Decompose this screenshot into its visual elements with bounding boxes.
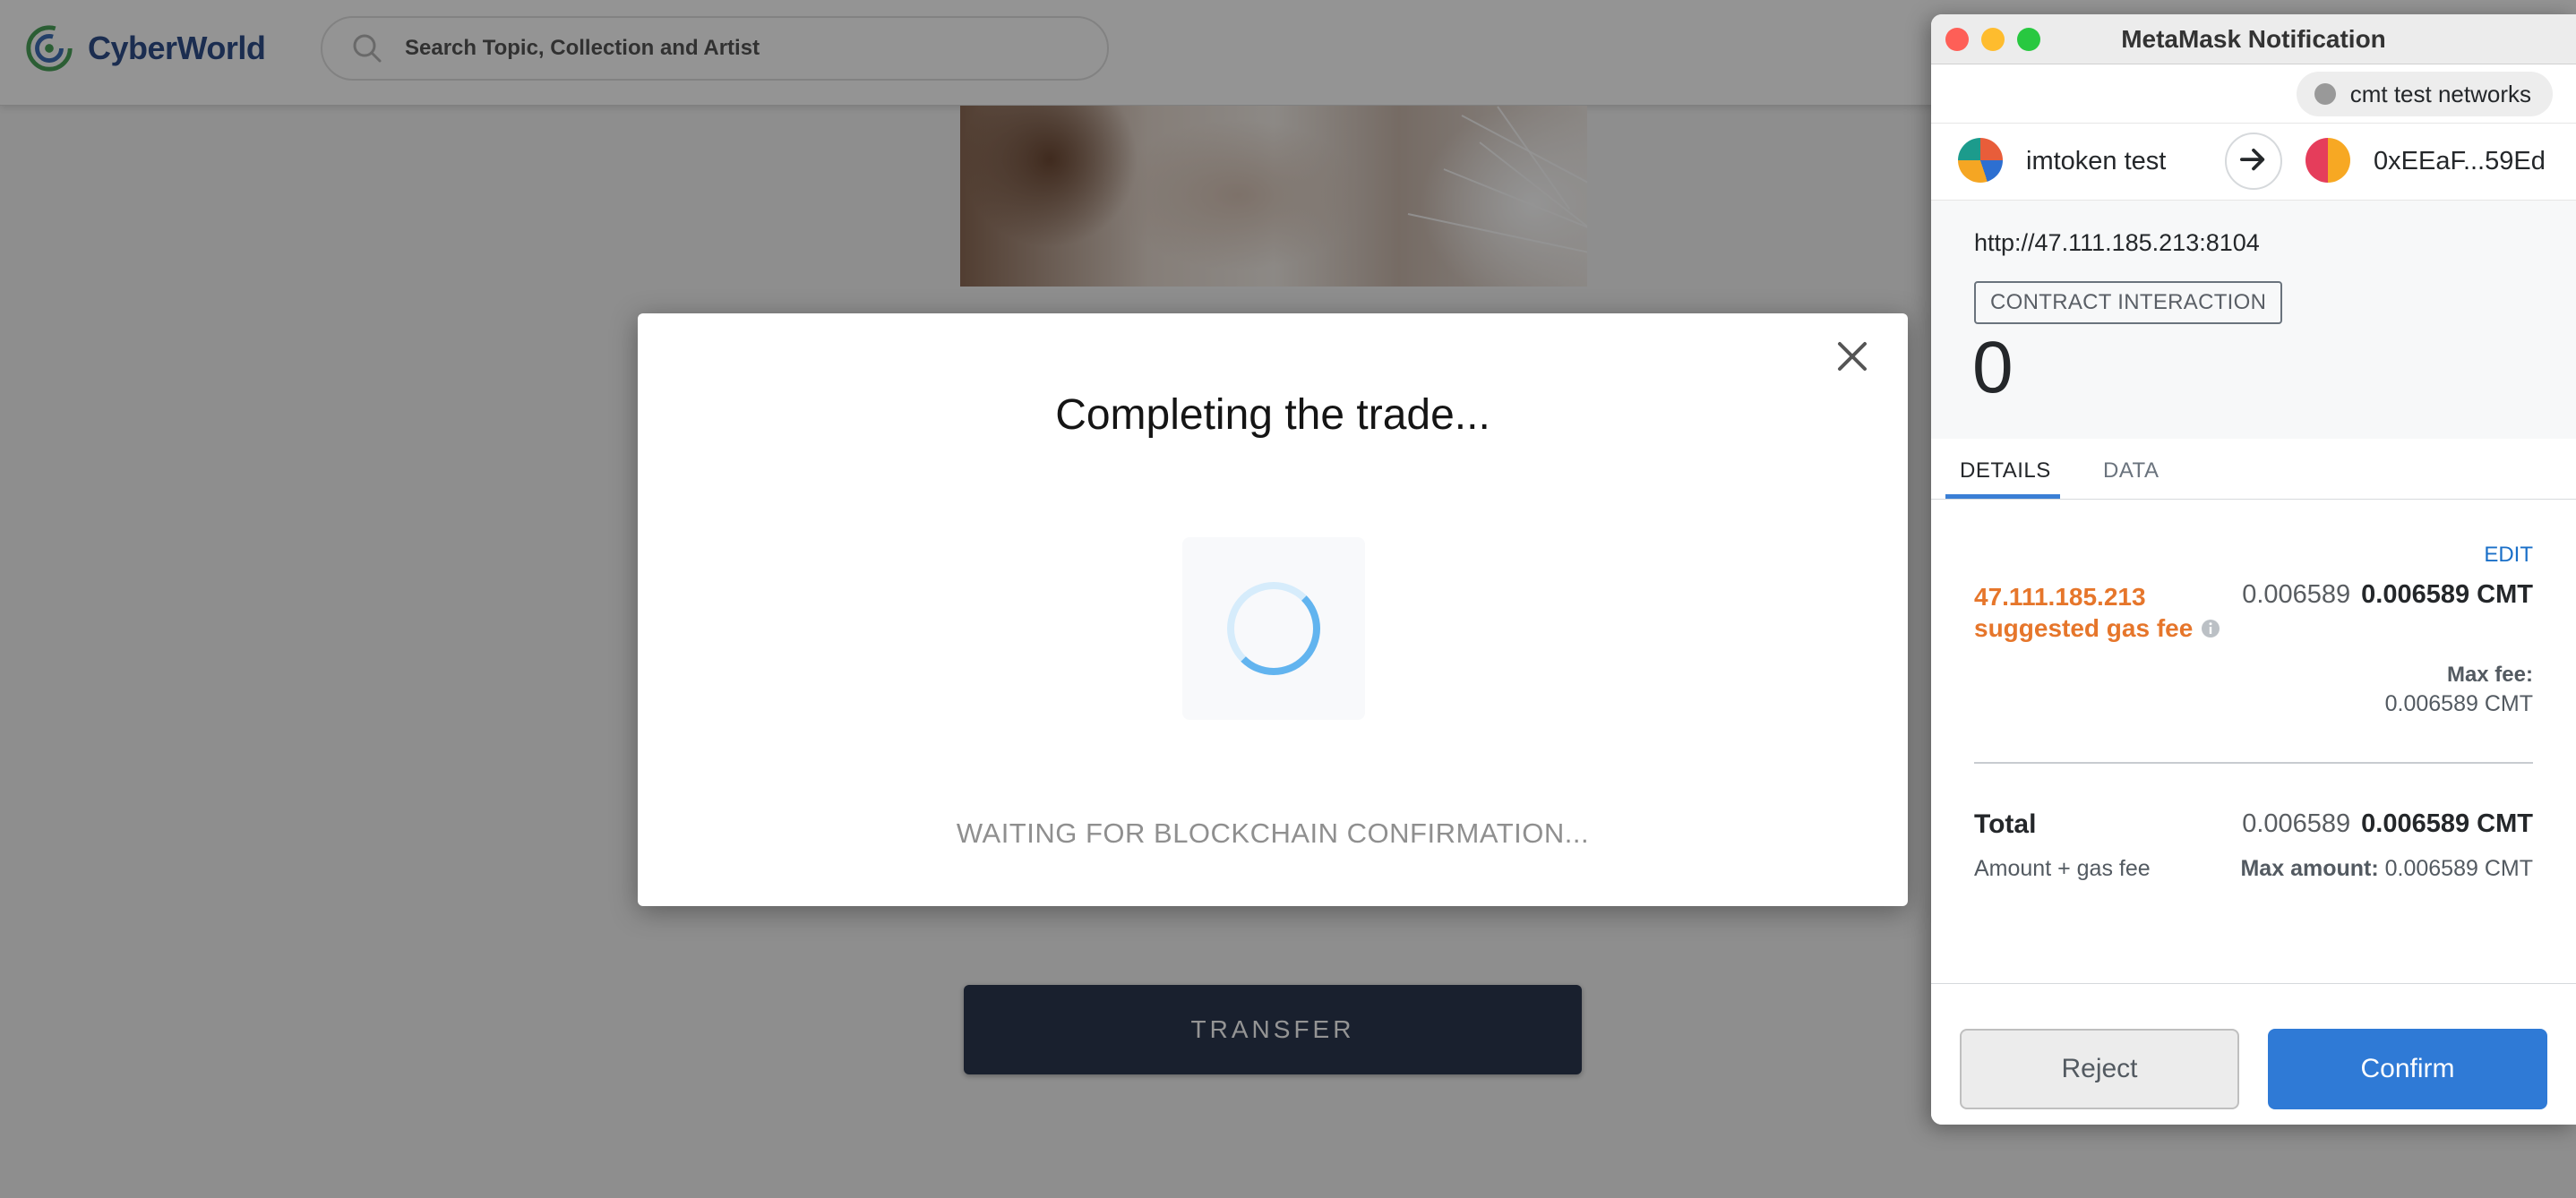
account-row: imtoken test 0xEEaF...59Ed <box>1931 124 2576 201</box>
max-fee-label: Max fee: <box>2446 663 2533 687</box>
gas-fee-values: 0.006589 0.006589 CMT <box>2242 580 2533 610</box>
network-selector[interactable]: cmt test networks <box>2296 72 2553 116</box>
window-titlebar: MetaMask Notification <box>1931 14 2576 64</box>
gas-fee-label: suggested gas fee <box>1974 614 2194 642</box>
modal-title: Completing the trade... <box>1055 391 1490 439</box>
info-icon[interactable] <box>2200 618 2221 639</box>
total-primary: 0.006589 CMT <box>2361 809 2533 838</box>
to-avatar <box>2306 138 2350 183</box>
tab-data[interactable]: DATA <box>2103 458 2159 483</box>
from-account-name: imtoken test <box>2026 147 2167 175</box>
transaction-amount: 0 <box>1972 327 2014 408</box>
to-account-address: 0xEEaF...59Ed <box>2374 147 2546 175</box>
gas-fee-origin: 47.111.185.213 <box>1974 583 2146 611</box>
modal-status-text: WAITING FOR BLOCKCHAIN CONFIRMATION... <box>956 817 1590 849</box>
edit-gas-link[interactable]: EDIT <box>2484 543 2533 568</box>
gas-fee-secondary: 0.006589 <box>2242 580 2351 609</box>
loading-indicator <box>1182 537 1365 720</box>
arrow-right-icon <box>2225 133 2282 190</box>
network-row: cmt test networks <box>1931 64 2576 124</box>
trade-modal: Completing the trade... WAITING FOR BLOC… <box>638 313 1908 906</box>
action-footer: Reject Confirm <box>1931 983 2576 1125</box>
gas-fee-primary: 0.006589 CMT <box>2361 580 2533 609</box>
reject-button[interactable]: Reject <box>1960 1029 2239 1109</box>
close-icon[interactable] <box>1829 333 1876 380</box>
interaction-badge: CONTRACT INTERACTION <box>1974 281 2283 324</box>
total-label: Total <box>1974 809 2037 839</box>
from-avatar <box>1958 138 2003 183</box>
confirm-button[interactable]: Confirm <box>2268 1029 2547 1109</box>
tab-details[interactable]: DETAILS <box>1960 458 2051 483</box>
network-icon <box>2314 83 2336 105</box>
details-tabs: DETAILS DATA <box>1931 439 2576 500</box>
max-amount: Max amount: 0.006589 CMT <box>2240 856 2533 882</box>
total-values: 0.006589 0.006589 CMT <box>2242 809 2533 839</box>
origin-url: http://47.111.185.213:8104 <box>1974 229 2260 256</box>
total-secondary: 0.006589 <box>2242 809 2351 838</box>
transaction-summary: http://47.111.185.213:8104 CONTRACT INTE… <box>1931 201 2576 439</box>
max-amount-label: Max amount: <box>2240 856 2379 881</box>
active-tab-indicator <box>1945 494 2060 499</box>
max-fee-value: 0.006589 CMT <box>2384 691 2533 716</box>
max-amount-value: 0.006589 CMT <box>2384 856 2533 881</box>
total-sub-label: Amount + gas fee <box>1974 856 2151 881</box>
section-divider <box>1974 762 2533 764</box>
network-name: cmt test networks <box>2349 80 2531 107</box>
window-title: MetaMask Notification <box>2121 25 2386 53</box>
metamask-window: MetaMask Notification cmt test networks … <box>1931 14 2576 1125</box>
spinner-icon <box>1227 582 1320 675</box>
